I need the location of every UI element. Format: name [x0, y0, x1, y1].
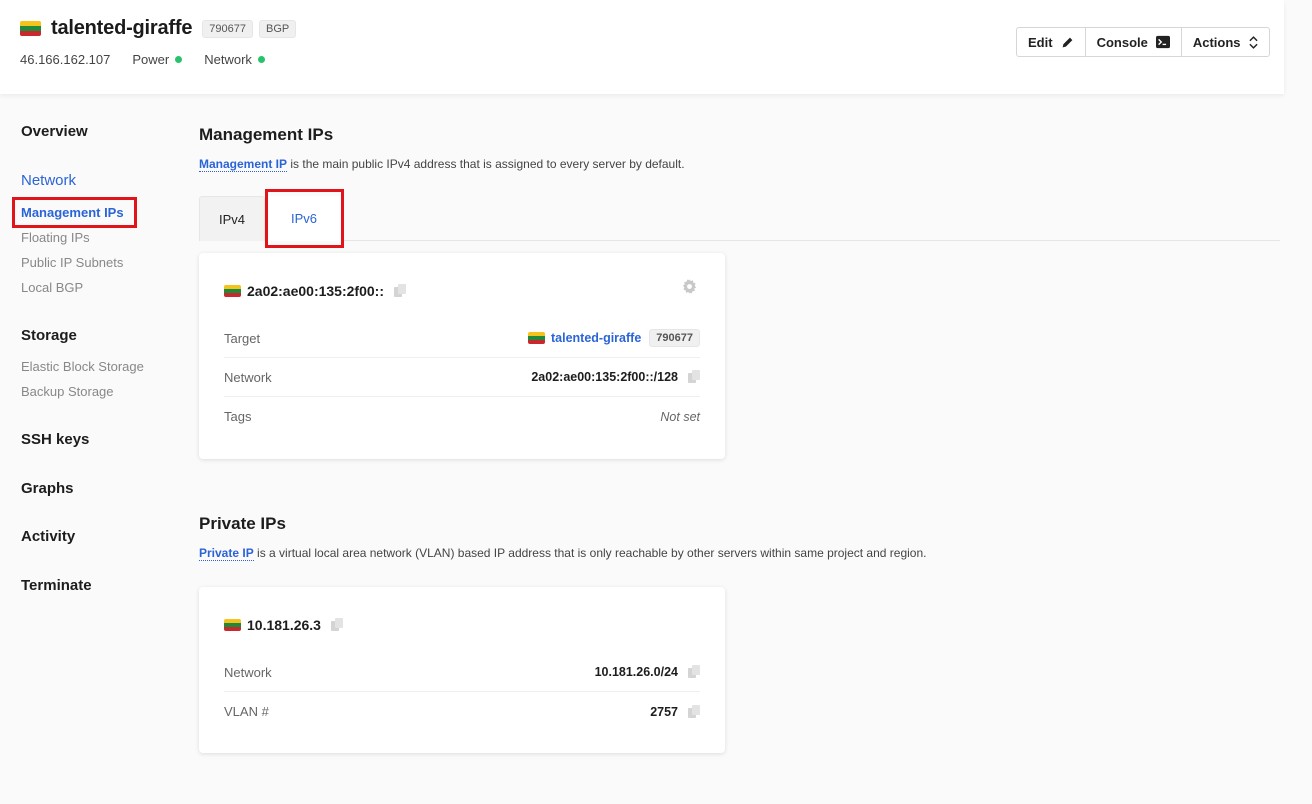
management-ip-link[interactable]: Management IP	[199, 157, 288, 172]
network-status: Network	[204, 52, 265, 67]
bgp-badge: BGP	[258, 19, 297, 38]
sidebar-item-terminate[interactable]: Terminate	[21, 577, 92, 594]
highlight-box-management-ips	[12, 197, 137, 228]
lithuania-flag-icon	[527, 332, 545, 344]
tags-label: Tags	[224, 409, 252, 424]
sidebar-item-network[interactable]: Network	[21, 172, 76, 189]
server-id-badge: 790677	[202, 19, 253, 38]
management-ips-title: Management IPs	[199, 125, 334, 144]
network-value-text: 2a02:ae00:135:2f00::/128	[531, 370, 678, 384]
private-ips-description: Private IP is a virtual local area netwo…	[199, 546, 927, 561]
copy-icon[interactable]	[688, 370, 700, 384]
management-ip-address: 2a02:ae00:135:2f00::	[247, 283, 384, 299]
vlan-row: VLAN # 2757	[224, 692, 700, 731]
private-network-row: Network 10.181.26.0/24	[224, 653, 700, 692]
target-server-link[interactable]: talented-giraffe	[551, 331, 641, 345]
power-status-dot-icon	[175, 56, 183, 63]
network-status-dot-icon	[257, 56, 265, 63]
private-ips-description-text: is a virtual local area network (VLAN) b…	[253, 546, 927, 560]
sidebar-item-backup-storage[interactable]: Backup Storage	[21, 384, 114, 399]
sidebar-item-local-bgp[interactable]: Local BGP	[21, 280, 83, 295]
copy-icon[interactable]	[393, 284, 406, 298]
lithuania-flag-icon	[224, 285, 241, 297]
copy-icon[interactable]	[688, 704, 700, 719]
private-ip-address: 10.181.26.3	[247, 617, 321, 633]
console-button[interactable]: Console	[1086, 28, 1182, 56]
terminal-icon	[1155, 35, 1170, 49]
management-ips-description-text: is the main public IPv4 address that is …	[287, 157, 685, 171]
target-server-id-badge: 790677	[649, 329, 700, 347]
server-actions-group: Edit Console Actions	[1016, 27, 1270, 57]
target-value: talented-giraffe 790677	[527, 329, 700, 347]
tags-row: Tags Not set	[224, 397, 700, 436]
sidebar-item-overview[interactable]: Overview	[21, 123, 88, 140]
server-ip: 46.166.162.107	[20, 52, 111, 67]
private-network-value: 10.181.26.0/24	[595, 665, 700, 679]
copy-icon[interactable]	[330, 618, 343, 632]
server-header: talented-giraffe 790677 BGP 46.166.162.1…	[0, 0, 1284, 94]
server-meta-row: 46.166.162.107 Power Network	[20, 52, 287, 67]
target-row: Target talented-giraffe 790677	[224, 319, 700, 358]
vlan-value: 2757	[650, 704, 700, 719]
copy-icon[interactable]	[688, 665, 700, 679]
pencil-icon	[1062, 37, 1072, 47]
private-ip-card: 10.181.26.3 Network 10.181.26.0/24 VLAN …	[199, 587, 725, 753]
sidebar-item-public-ip-subnets[interactable]: Public IP Subnets	[21, 255, 123, 270]
private-ip-link[interactable]: Private IP	[199, 546, 254, 561]
edit-button-label: Edit	[1028, 34, 1053, 50]
management-ip-card: 2a02:ae00:135:2f00:: Target talented-gir…	[199, 253, 725, 459]
private-network-label: Network	[224, 664, 272, 680]
vlan-value-text: 2757	[650, 704, 678, 719]
target-label: Target	[224, 330, 261, 346]
private-network-value-text: 10.181.26.0/24	[594, 665, 678, 679]
vlan-label: VLAN #	[224, 704, 269, 719]
private-ips-title: Private IPs	[199, 514, 286, 533]
power-label: Power	[132, 52, 170, 67]
tab-ipv4[interactable]: IPv4	[199, 196, 265, 241]
management-ip-card-title: 2a02:ae00:135:2f00::	[224, 283, 406, 299]
actions-button-label: Actions	[1192, 34, 1241, 50]
private-ip-card-title: 10.181.26.3	[224, 617, 343, 633]
sidebar-item-floating-ips[interactable]: Floating IPs	[21, 230, 90, 245]
chevron-up-down-icon	[1248, 35, 1258, 49]
sidebar-item-storage[interactable]: Storage	[21, 327, 77, 344]
network-label: Network	[224, 369, 272, 385]
ip-version-tabs: IPv4 IPv6	[199, 196, 1280, 241]
tags-value: Not set	[660, 409, 700, 424]
sidebar-item-activity[interactable]: Activity	[21, 528, 75, 545]
server-name: talented-giraffe	[51, 17, 193, 39]
highlight-box-ipv6-tab	[265, 189, 344, 248]
sidebar-item-graphs[interactable]: Graphs	[21, 480, 74, 497]
lithuania-flag-icon	[224, 619, 241, 631]
network-status-label: Network	[204, 52, 252, 67]
management-ips-description: Management IP is the main public IPv4 ad…	[199, 157, 685, 172]
actions-dropdown-button[interactable]: Actions	[1182, 28, 1269, 56]
network-row: Network 2a02:ae00:135:2f00::/128	[224, 358, 700, 397]
sidebar-item-elastic-block-storage[interactable]: Elastic Block Storage	[21, 359, 144, 374]
sidebar-item-ssh-keys[interactable]: SSH keys	[21, 431, 89, 448]
console-button-label: Console	[1096, 34, 1148, 50]
power-status: Power	[132, 52, 183, 67]
network-value: 2a02:ae00:135:2f00::/128	[531, 370, 700, 384]
server-title-row: talented-giraffe 790677 BGP	[20, 17, 297, 40]
lithuania-flag-icon	[20, 21, 41, 36]
gear-icon[interactable]	[682, 279, 697, 294]
edit-button[interactable]: Edit	[1017, 28, 1086, 56]
